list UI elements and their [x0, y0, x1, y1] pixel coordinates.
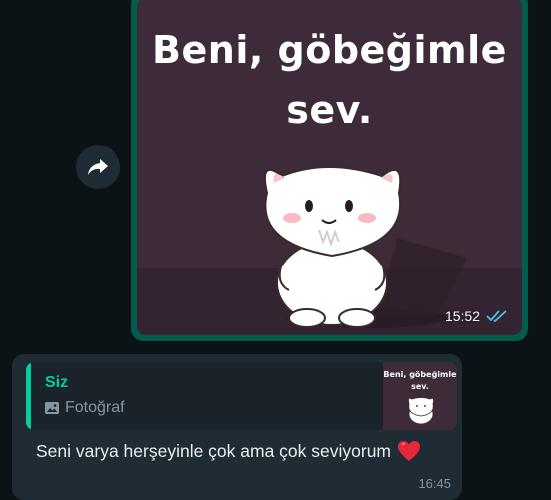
image-message-time: 15:52	[444, 308, 480, 324]
sticker-image[interactable]: Beni, göbeğimle sev. 15:52	[137, 0, 522, 335]
thumbnail-cat-illustration	[408, 397, 434, 425]
message-text-row: Seni varya herşeyinle çok ama çok seviyo…	[36, 440, 421, 462]
quoted-message[interactable]: Siz Fotoğraf Beni, göbeğimle sev.	[26, 362, 457, 430]
quoted-type: Fotoğraf	[45, 399, 125, 417]
forward-arrow-icon	[88, 159, 108, 175]
double-check-read-icon	[486, 310, 507, 323]
sticker-caption-line1: Beni, göbeğimle	[152, 28, 507, 72]
image-message-meta: 15:52	[445, 308, 508, 324]
message-text: Seni varya herşeyinle çok ama çok seviyo…	[36, 440, 392, 461]
quoted-thumbnail: Beni, göbeğimle sev.	[383, 362, 457, 430]
quoted-type-label: Fotoğraf	[65, 399, 125, 416]
forward-button[interactable]	[76, 145, 120, 189]
red-heart-icon	[398, 441, 421, 461]
reply-message-time: 16:45	[418, 476, 451, 491]
incoming-reply-message[interactable]: Siz Fotoğraf Beni, göbeğimle sev. Seni v…	[12, 354, 462, 500]
quote-accent-bar	[26, 362, 31, 430]
outgoing-image-message[interactable]: Beni, göbeğimle sev. 15:52	[131, 0, 528, 341]
photo-icon	[45, 402, 59, 414]
sticker-caption-line2: sev.	[286, 88, 373, 132]
quoted-author: Siz	[45, 374, 69, 391]
